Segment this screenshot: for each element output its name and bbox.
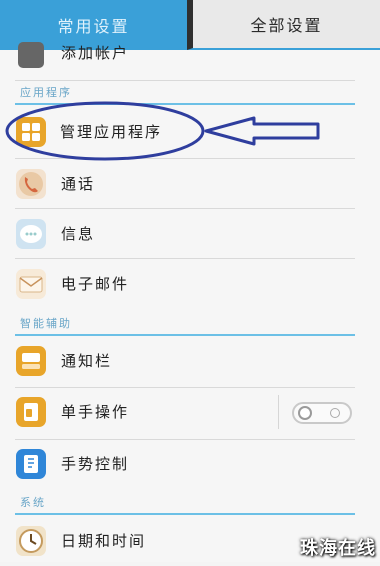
one-hand-icon bbox=[16, 397, 46, 427]
section-divider bbox=[15, 513, 355, 515]
message-icon bbox=[16, 219, 46, 249]
toggle-off-indicator bbox=[330, 408, 340, 418]
settings-list: 添加帐户 应用程序 管理应用程序 通话 信息 电子邮件 智能辅助 通知栏 单手操… bbox=[0, 42, 380, 562]
list-item-notification-bar[interactable]: 通知栏 bbox=[0, 336, 380, 386]
clock-icon bbox=[16, 526, 46, 556]
list-item-messages[interactable]: 信息 bbox=[0, 209, 380, 259]
list-item-label: 日期和时间 bbox=[61, 532, 147, 550]
list-item-label: 通话 bbox=[61, 175, 96, 193]
mail-icon bbox=[16, 269, 46, 299]
watermark: 珠海在线 bbox=[300, 538, 376, 559]
section-header-system: 系统 bbox=[20, 496, 46, 509]
list-item-label: 手势控制 bbox=[61, 455, 130, 473]
list-item-one-hand[interactable]: 单手操作 bbox=[0, 387, 380, 437]
annotation-arrow-icon bbox=[204, 116, 320, 146]
one-hand-toggle[interactable] bbox=[292, 402, 352, 424]
separator bbox=[278, 395, 279, 429]
section-header-smart-assist: 智能辅助 bbox=[20, 317, 72, 330]
gesture-icon bbox=[16, 449, 46, 479]
phone-icon bbox=[16, 169, 46, 199]
list-item-email[interactable]: 电子邮件 bbox=[0, 259, 380, 309]
list-item-label: 通知栏 bbox=[61, 352, 113, 370]
list-item-phone[interactable]: 通话 bbox=[0, 159, 380, 209]
list-item-label: 电子邮件 bbox=[61, 275, 130, 293]
toggle-knob bbox=[298, 406, 312, 420]
annotation-ellipse bbox=[5, 101, 205, 161]
list-item-gesture-control[interactable]: 手势控制 bbox=[0, 439, 380, 489]
list-item-label: 信息 bbox=[61, 225, 96, 243]
notification-icon bbox=[16, 346, 46, 376]
list-item-label: 单手操作 bbox=[61, 403, 130, 421]
